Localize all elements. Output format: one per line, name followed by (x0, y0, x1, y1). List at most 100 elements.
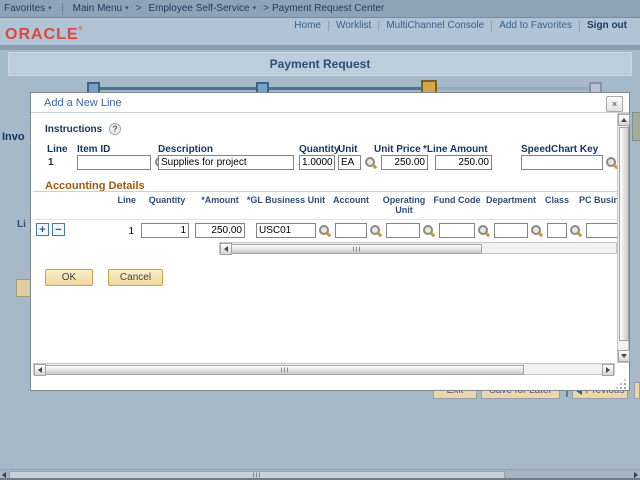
description-input[interactable] (158, 155, 294, 170)
registered-mark: ® (79, 26, 84, 32)
global-header: Home Worklist MultiChannel Console Add t… (0, 18, 640, 46)
col-header-pc-business-unit: PC Business Unit (579, 195, 617, 205)
header-links: Home Worklist MultiChannel Console Add t… (287, 20, 634, 31)
modal-horizontal-scrollbar[interactable] (33, 363, 615, 375)
unit-price-label: Unit Price (374, 144, 421, 155)
breadcrumb-bar: Favorites ▾ Main Menu ▾ > Employee Self-… (0, 0, 640, 18)
sign-out-link[interactable]: Sign out (580, 20, 634, 31)
col-header-class: Class (540, 195, 574, 205)
accounting-grid: Line Quantity *Amount *GL Business Unit … (31, 193, 617, 239)
row-pc-business-unit-input[interactable] (586, 223, 617, 238)
section-divider (33, 191, 617, 192)
gl-business-unit-lookup-icon[interactable] (318, 224, 331, 237)
col-header-fund-code: Fund Code (433, 195, 481, 205)
row-class-input[interactable] (547, 223, 567, 238)
delete-row-button[interactable]: − (52, 223, 65, 236)
page-title: Payment Request (8, 52, 632, 76)
scrollbar-grip (353, 247, 361, 252)
item-id-label: Item ID (77, 144, 110, 155)
chevron-down-icon: ▾ (125, 5, 129, 12)
chevron-down-icon: ▾ (48, 5, 52, 12)
col-header-amount: *Amount (195, 195, 245, 205)
grid-horizontal-scrollbar[interactable] (219, 242, 617, 254)
row-account-input[interactable] (335, 223, 367, 238)
cancel-button[interactable]: Cancel (108, 269, 163, 286)
col-header-quantity: Quantity (137, 195, 197, 205)
ok-button[interactable]: OK (45, 269, 93, 286)
fund-code-lookup-icon[interactable] (477, 224, 490, 237)
header-shadow-strip (0, 45, 640, 50)
breadcrumb-separator: > (136, 3, 142, 14)
speedchart-key-label: SpeedChart Key (521, 144, 598, 155)
col-header-department: Department (483, 195, 539, 205)
unit-input[interactable] (338, 155, 361, 170)
chevron-down-icon: ▾ (253, 5, 257, 12)
modal-title: Add a New Line (44, 97, 122, 109)
modal-vscrollbar-thumb[interactable] (619, 127, 629, 341)
favorites-menu[interactable]: Favorites ▾ (0, 3, 56, 14)
scroll-down-icon[interactable] (618, 350, 630, 362)
col-header-gl-business-unit: *GL Business Unit (239, 195, 333, 205)
scroll-right-icon[interactable] (602, 364, 614, 376)
operating-unit-lookup-icon[interactable] (422, 224, 435, 237)
unit-label: Unit (338, 144, 357, 155)
multichannel-console-link[interactable]: MultiChannel Console (379, 20, 491, 31)
description-label: Description (158, 144, 213, 155)
hidden-button-fragment (632, 112, 640, 141)
add-to-favorites-link[interactable]: Add to Favorites (492, 20, 579, 31)
worklist-link[interactable]: Worklist (329, 20, 378, 31)
account-lookup-icon[interactable] (369, 224, 382, 237)
item-id-input[interactable] (77, 155, 151, 170)
train-connector (96, 87, 256, 90)
instructions-label: Instructions (45, 124, 102, 135)
unit-lookup-icon[interactable] (364, 156, 377, 169)
next-button-fragment[interactable] (634, 382, 640, 399)
modal-scrollbar-thumb[interactable] (45, 365, 524, 375)
line-number-value: 1 (48, 157, 54, 168)
favorites-menu-label: Favorites (4, 3, 45, 14)
breadcrumb-divider (62, 3, 63, 15)
help-icon[interactable]: ? (109, 123, 121, 135)
modal-vertical-scrollbar[interactable] (617, 113, 629, 363)
row-quantity-input[interactable] (141, 223, 189, 238)
scrollbar-grip (281, 368, 289, 373)
oracle-logo: ORACLE® (5, 26, 83, 44)
row-fund-code-input[interactable] (439, 223, 475, 238)
breadcrumb-parent-label: Employee Self-Service (148, 3, 249, 14)
scroll-up-icon[interactable] (618, 114, 630, 126)
quantity-label: Quantity (299, 144, 340, 155)
add-new-line-modal: Add a New Line × Instructions ? Line Ite… (30, 92, 630, 391)
col-header-account: Account (328, 195, 374, 205)
breadcrumb-separator: > (263, 3, 269, 14)
department-lookup-icon[interactable] (530, 224, 543, 237)
line-label: Line (47, 144, 68, 155)
title-divider (31, 112, 629, 113)
row-department-input[interactable] (494, 223, 528, 238)
line-label-fragment: Li (17, 219, 26, 230)
row-line-number: 1 (116, 226, 134, 237)
home-link[interactable]: Home (287, 20, 328, 31)
main-menu[interactable]: Main Menu ▾ (69, 3, 133, 14)
row-amount-input[interactable] (195, 223, 245, 238)
unit-price-input[interactable] (381, 155, 428, 170)
col-header-operating-unit: Operating Unit (381, 195, 427, 215)
grid-scrollbar-thumb[interactable] (231, 244, 482, 254)
close-icon[interactable]: × (606, 96, 623, 112)
row-gl-business-unit-input[interactable] (256, 223, 316, 238)
add-row-button[interactable]: + (36, 223, 49, 236)
train-connector (437, 87, 589, 90)
resize-grip-icon[interactable] (615, 379, 627, 390)
peoplesoft-screen: Favorites ▾ Main Menu ▾ > Employee Self-… (0, 0, 640, 480)
line-amount-input[interactable] (435, 155, 492, 170)
row-operating-unit-input[interactable] (386, 223, 420, 238)
breadcrumb-employee-self-service[interactable]: Employee Self-Service ▾ (144, 3, 260, 14)
scrollbar-grip (253, 473, 261, 478)
invoice-heading-fragment: Invo (2, 131, 25, 143)
grid-header-divider (33, 219, 617, 220)
line-amount-label: *Line Amount (423, 144, 488, 155)
breadcrumb-current-page: Payment Request Center (272, 3, 384, 14)
class-lookup-icon[interactable] (569, 224, 582, 237)
speedchart-key-input[interactable] (521, 155, 603, 170)
quantity-input[interactable] (299, 155, 335, 170)
col-header-line: Line (106, 195, 136, 205)
